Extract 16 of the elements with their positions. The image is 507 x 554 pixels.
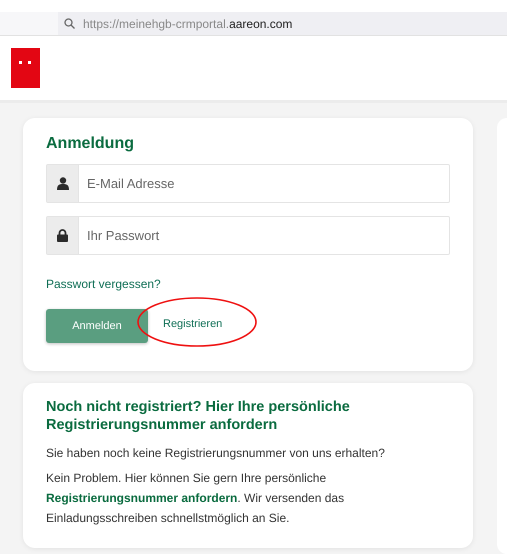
forgot-password-link[interactable]: Passwort vergessen? — [46, 275, 161, 293]
login-title: Anmeldung — [46, 134, 134, 154]
logo-icon — [11, 48, 40, 88]
address-bar[interactable]: https://meinehgb-crmportal.aareon.com — [58, 12, 507, 35]
search-icon — [64, 18, 75, 29]
url-text: https://meinehgb-crmportal.aareon.com — [83, 16, 292, 32]
info-paragraph: Kein Problem. Hier können Sie gern Ihre persönliche Registrierungsnummer anfordern. Wir versenden das Einladungsschreiben schnellstmöglich an Sie. — [46, 470, 346, 527]
register-info-title: Noch nicht registriert? Hier Ihre persönliche Registrierungsnummer anfordern — [46, 398, 351, 434]
user-icon — [56, 177, 68, 190]
request-number-link[interactable]: Registrierungsnummer anfordern — [46, 491, 238, 505]
input-field[interactable]: E-Mail Adresse — [79, 164, 450, 203]
info-paragraph: Sie haben noch keine Registrierungsnummer von uns erhalten? — [46, 445, 386, 462]
lock-icon — [57, 229, 68, 242]
input-field[interactable]: Ihr Passwort — [79, 216, 450, 255]
register-link[interactable]: Registrieren — [163, 316, 222, 332]
login-button[interactable]: Anmelden — [46, 309, 148, 343]
